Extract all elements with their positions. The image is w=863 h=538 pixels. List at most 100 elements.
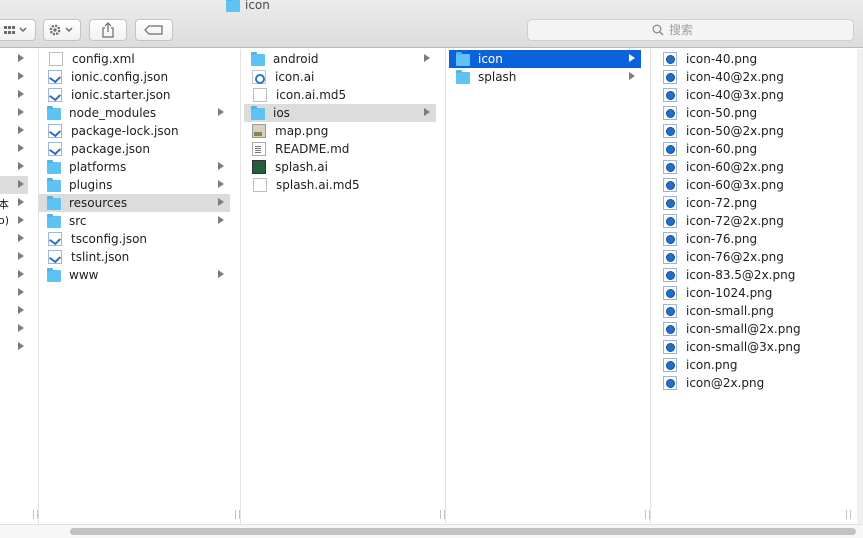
sidebar-row[interactable] (0, 320, 28, 338)
file-row[interactable]: icon-40.png (655, 50, 857, 68)
sidebar-row[interactable] (0, 86, 28, 104)
folder-icon (47, 213, 61, 228)
share-button[interactable] (89, 19, 127, 41)
disclosure-arrow-icon (18, 198, 24, 206)
column-ios: icon splash (449, 49, 641, 524)
file-row[interactable]: splash.ai.md5 (244, 176, 436, 194)
file-row[interactable]: config.xml (39, 50, 230, 68)
column-divider[interactable] (240, 49, 241, 524)
file-row[interactable]: icon-72.png (655, 194, 857, 212)
file-row[interactable]: icon-small@3x.png (655, 338, 857, 356)
file-row[interactable]: ionic.starter.json (39, 86, 230, 104)
sidebar-row[interactable] (0, 140, 28, 158)
file-row[interactable]: icon-small@2x.png (655, 320, 857, 338)
sidebar-row[interactable] (0, 158, 28, 176)
folder-row[interactable]: splash (449, 68, 641, 86)
folder-row[interactable]: ios (244, 104, 436, 122)
vscode-file-icon (48, 124, 62, 138)
file-row[interactable]: icon@2x.png (655, 374, 857, 392)
sidebar-row[interactable] (0, 50, 28, 68)
png-file-icon (663, 250, 677, 264)
search-input[interactable] (669, 23, 729, 37)
item-label: icon.ai (275, 70, 315, 84)
disclosure-arrow-icon (18, 342, 24, 350)
file-row[interactable]: icon-83.5@2x.png (655, 266, 857, 284)
sidebar-label-1: 本 (0, 198, 9, 211)
disclosure-arrow-icon (218, 270, 224, 278)
file-row[interactable]: package-lock.json (39, 122, 230, 140)
sidebar-label-2: o) (0, 214, 10, 227)
sidebar-row[interactable] (0, 104, 28, 122)
file-row[interactable]: icon.ai (244, 68, 436, 86)
folder-icon (251, 105, 265, 120)
horizontal-scroll-thumb[interactable] (70, 528, 856, 535)
png-file-icon (663, 268, 677, 282)
file-row[interactable]: icon-50@2x.png (655, 122, 857, 140)
horizontal-scrollbar[interactable] (0, 524, 863, 538)
file-row[interactable]: package.json (39, 140, 230, 158)
folder-row[interactable]: node_modules (39, 104, 230, 122)
column-divider[interactable] (650, 49, 651, 524)
folder-row[interactable]: android (244, 50, 436, 68)
disclosure-arrow-icon (629, 54, 635, 62)
folder-row[interactable]: www (39, 266, 230, 284)
sidebar-row[interactable] (0, 302, 28, 320)
folder-row[interactable]: icon (449, 50, 641, 68)
file-row[interactable]: icon-1024.png (655, 284, 857, 302)
file-row[interactable]: icon.ai.md5 (244, 86, 436, 104)
splash-file-icon (252, 160, 266, 174)
file-row[interactable]: icon-40@2x.png (655, 68, 857, 86)
file-row[interactable]: tsconfig.json (39, 230, 230, 248)
view-options-button[interactable] (0, 19, 36, 41)
disclosure-arrow-icon (18, 324, 24, 332)
item-label: package-lock.json (71, 124, 179, 138)
sidebar-row[interactable] (0, 68, 28, 86)
action-menu-button[interactable] (43, 19, 81, 41)
file-row[interactable]: README.md (244, 140, 436, 158)
item-label: ios (273, 106, 290, 120)
window-title: icon (226, 0, 270, 12)
disclosure-arrow-icon (18, 270, 24, 278)
tags-button[interactable] (135, 19, 173, 41)
sidebar-row[interactable] (0, 284, 28, 302)
file-row[interactable]: icon-76@2x.png (655, 248, 857, 266)
item-label: icon-small@2x.png (686, 322, 801, 336)
item-label: ionic.config.json (71, 70, 169, 84)
item-label: icon-1024.png (686, 286, 773, 300)
file-row[interactable]: tslint.json (39, 248, 230, 266)
png-file-icon (663, 196, 677, 210)
file-row[interactable]: icon-50.png (655, 104, 857, 122)
file-row[interactable]: map.png (244, 122, 436, 140)
item-label: tsconfig.json (71, 232, 148, 246)
file-row[interactable]: splash.ai (244, 158, 436, 176)
file-row[interactable]: icon-60@2x.png (655, 158, 857, 176)
item-label: splash (478, 70, 517, 84)
png-file-icon (663, 106, 677, 120)
folder-icon (47, 159, 61, 174)
file-row[interactable]: icon-60@3x.png (655, 176, 857, 194)
sidebar-row[interactable] (0, 338, 28, 356)
file-row[interactable]: icon-60.png (655, 140, 857, 158)
file-row[interactable]: icon-small.png (655, 302, 857, 320)
grid-view-icon (4, 26, 27, 34)
folder-row[interactable]: src (39, 212, 230, 230)
sidebar-row[interactable] (0, 230, 28, 248)
folder-icon (456, 69, 470, 84)
disclosure-arrow-icon (424, 108, 430, 116)
folder-row[interactable]: platforms (39, 158, 230, 176)
sidebar-row[interactable] (0, 122, 28, 140)
folder-icon (47, 105, 61, 120)
sidebar-row[interactable] (0, 176, 28, 194)
sidebar-row[interactable] (0, 266, 28, 284)
file-row[interactable]: icon-76.png (655, 230, 857, 248)
column-divider[interactable] (445, 49, 446, 524)
folder-row[interactable]: plugins (39, 176, 230, 194)
folder-row[interactable]: resources (39, 194, 230, 212)
sidebar-row[interactable] (0, 248, 28, 266)
file-row[interactable]: ionic.config.json (39, 68, 230, 86)
file-row[interactable]: icon.png (655, 356, 857, 374)
search-field[interactable] (527, 19, 854, 41)
file-row[interactable]: icon-72@2x.png (655, 212, 857, 230)
file-row[interactable]: icon-40@3x.png (655, 86, 857, 104)
item-label: map.png (275, 124, 329, 138)
